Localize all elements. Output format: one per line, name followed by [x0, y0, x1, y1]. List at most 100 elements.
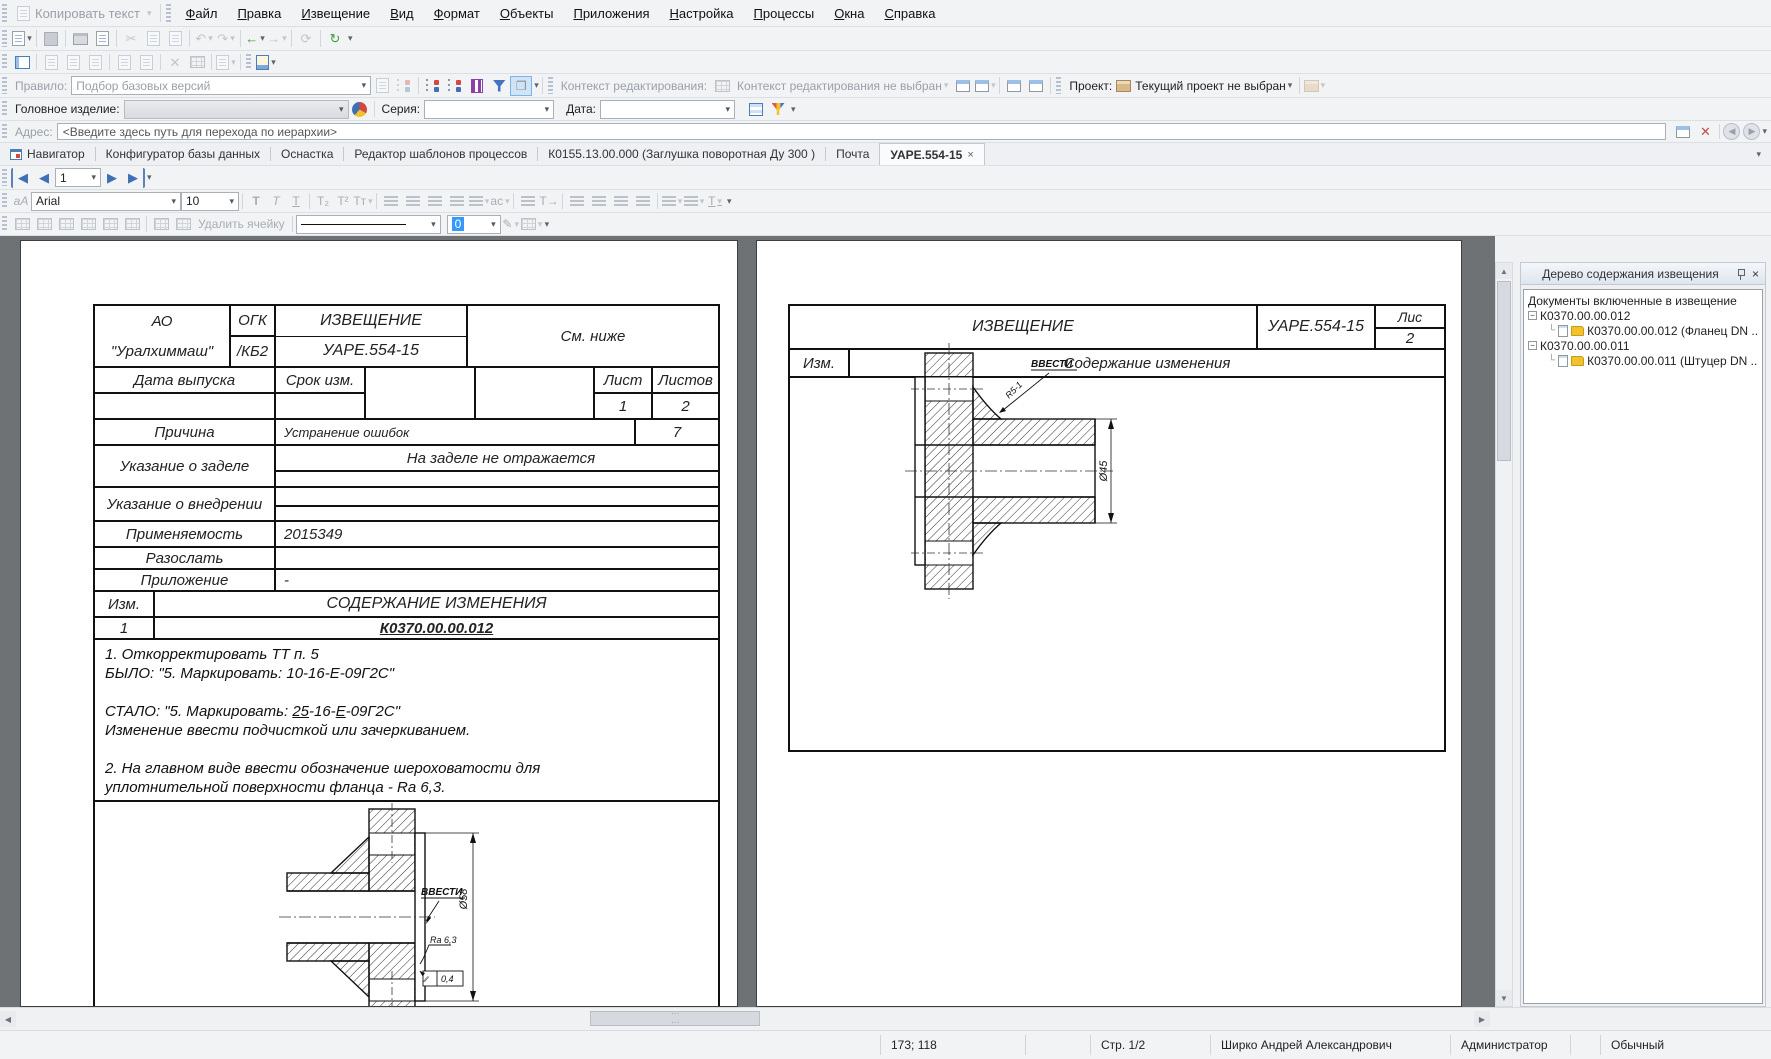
scroll-up-button[interactable]: ▲ [1496, 263, 1512, 279]
chevron-down-icon[interactable]: ▾ [1288, 80, 1293, 91]
chevron-down-icon[interactable]: ▾ [425, 219, 436, 230]
align-right-button[interactable] [424, 191, 446, 211]
subscript-button[interactable]: Т₂ [313, 191, 333, 211]
chevron-down-icon[interactable]: ▾ [27, 33, 32, 44]
insert-column-left-button[interactable] [55, 214, 77, 234]
letter-spacing-button[interactable]: ас▾ [490, 191, 510, 211]
fill-color-button[interactable]: ▾ [661, 191, 683, 211]
insert-column-right-button[interactable] [77, 214, 99, 234]
copy-text-button[interactable]: Копировать текст ▾ [11, 6, 157, 21]
line-style-combobox[interactable]: ▾ [296, 215, 441, 234]
toolbar-grip[interactable] [2, 216, 7, 231]
align-left-button[interactable] [380, 191, 402, 211]
next-page-button[interactable]: ▶ [101, 168, 123, 188]
chevron-down-icon[interactable]: ▾ [231, 57, 236, 68]
chevron-down-icon[interactable]: ▾ [538, 219, 543, 230]
scroll-down-button[interactable]: ▼ [1496, 990, 1512, 1006]
menu-settings[interactable]: Настройка [660, 4, 744, 23]
line-spacing-button[interactable] [517, 191, 539, 211]
split-cell-button[interactable] [99, 214, 121, 234]
font-name-combobox[interactable]: Arial▾ [31, 192, 181, 211]
font-size-combobox[interactable]: 10▾ [181, 192, 239, 211]
chevron-down-icon[interactable]: ▾ [719, 104, 730, 115]
horizontal-scroll-track[interactable]: ◀ ⋮⋮ ▶ [0, 1010, 1490, 1028]
bold-button[interactable]: Т [246, 191, 266, 211]
toolbar-grip[interactable] [2, 4, 7, 22]
chevron-down-icon[interactable]: ▾ [485, 219, 496, 230]
import-button[interactable]: ←▾ [244, 29, 266, 49]
copy-document-button[interactable] [62, 52, 84, 72]
script-button[interactable]: ▾ [255, 52, 277, 72]
collapse-icon[interactable]: − [1528, 341, 1537, 350]
chevron-down-icon[interactable]: ▾ [485, 196, 490, 207]
tree-node-k011-doc[interactable]: └ К0370.00.00.011 (Штуцер DN ... [1528, 353, 1758, 368]
vertical-scroll-thumb[interactable] [1497, 281, 1511, 461]
add-column-button[interactable] [172, 214, 194, 234]
horizontal-scroll-thumb[interactable]: ⋮⋮ [590, 1011, 760, 1026]
toolbar-overflow-icon[interactable]: ▾ [534, 80, 539, 91]
chevron-down-icon[interactable]: ▾ [700, 196, 705, 207]
tab-navigator[interactable]: Навигатор [0, 144, 95, 164]
text-color-button[interactable]: Т▾ [705, 191, 725, 211]
show-3d-toggle[interactable]: ❒ [510, 76, 532, 96]
chevron-down-icon[interactable]: ▾ [991, 80, 996, 91]
insert-row-below-button[interactable] [33, 214, 55, 234]
address-clear-button[interactable]: ✕ [1694, 122, 1716, 142]
save-button[interactable] [40, 29, 62, 49]
menu-help[interactable]: Справка [874, 4, 945, 23]
chevron-down-icon[interactable]: ▾ [230, 34, 235, 43]
merge-cells-button[interactable] [121, 214, 143, 234]
edit-context-dropdown[interactable]: Контекст редактирования не выбран▾ [733, 76, 952, 95]
italic-button[interactable]: Т [266, 191, 286, 211]
menu-objects[interactable]: Объекты [490, 4, 564, 23]
project-dropdown[interactable]: Текущий проект не выбран▾ [1131, 76, 1296, 95]
structure-tree-alt-button[interactable] [444, 76, 466, 96]
chevron-down-icon[interactable]: ▾ [717, 196, 722, 207]
first-page-button[interactable]: ◀ [11, 168, 33, 188]
menu-edit[interactable]: Правка [227, 4, 291, 23]
notice-sheet-1[interactable]: АО "Уралхиммаш" ОГК /КБ2 ИЗВЕЩЕНИЕ УАРЕ.… [20, 240, 738, 1007]
share-button[interactable] [393, 76, 415, 96]
toolbar-grip[interactable] [2, 54, 7, 69]
text-direction-button[interactable]: Т→ [539, 191, 559, 211]
tab-k0155[interactable]: К0155.13.00.000 (Заглушка поворотная Ду … [538, 144, 825, 164]
new-document-button[interactable]: ▾ [11, 29, 33, 49]
tab-uare-554-15[interactable]: УАРЕ.554-15 × [879, 143, 984, 165]
chevron-down-icon[interactable]: ▾ [514, 219, 519, 230]
chevron-down-icon[interactable]: ▾ [678, 196, 683, 207]
context-window-alt-button[interactable]: ▾ [974, 76, 996, 96]
address-go-button[interactable] [1672, 122, 1694, 142]
pen-color-button[interactable]: ✎▾ [501, 214, 521, 234]
toolbar-grip[interactable] [2, 77, 7, 93]
close-panel-icon[interactable]: × [1752, 267, 1759, 281]
toolbar-grip[interactable] [246, 54, 251, 69]
card-view-button[interactable] [11, 52, 33, 72]
history-dropdown-icon[interactable]: ▾ [1762, 126, 1767, 137]
scroll-left-button[interactable]: ◀ [0, 1011, 16, 1027]
block-document-button[interactable] [113, 52, 135, 72]
collapse-icon[interactable]: − [1528, 311, 1537, 320]
chevron-down-icon[interactable]: ▾ [944, 80, 949, 91]
decrease-indent-button[interactable] [610, 191, 632, 211]
chevron-down-icon[interactable]: ▾ [356, 80, 367, 91]
redo-button[interactable]: ↷▾ [215, 29, 237, 49]
date-combobox[interactable]: ▾ [600, 100, 735, 119]
chevron-down-icon[interactable]: ▾ [505, 196, 510, 207]
export-button[interactable]: →▾ [266, 29, 288, 49]
tree-node-k011[interactable]: − К0370.00.00.011 [1528, 338, 1758, 353]
page-number-combobox[interactable]: 1▾ [55, 168, 101, 187]
toolbar-overflow-icon[interactable]: ▾ [727, 196, 732, 207]
print-button[interactable] [69, 29, 91, 49]
product-table-button[interactable] [745, 99, 767, 119]
menu-applications[interactable]: Приложения [563, 4, 659, 23]
product-stats-button[interactable] [349, 99, 371, 119]
paste-button[interactable] [164, 29, 186, 49]
table-button[interactable] [186, 52, 208, 72]
series-combobox[interactable]: ▾ [424, 100, 554, 119]
undo-button[interactable]: ↶▾ [193, 29, 215, 49]
document-horizontal-scrollbar[interactable]: ◀ ⋮⋮ ▶ [0, 1007, 1771, 1030]
rule-combobox[interactable]: Подбор базовых версий▾ [71, 76, 371, 95]
toolbar-overflow-icon[interactable]: ▾ [791, 104, 796, 115]
add-row-button[interactable] [150, 214, 172, 234]
edit-document-button[interactable] [40, 52, 62, 72]
